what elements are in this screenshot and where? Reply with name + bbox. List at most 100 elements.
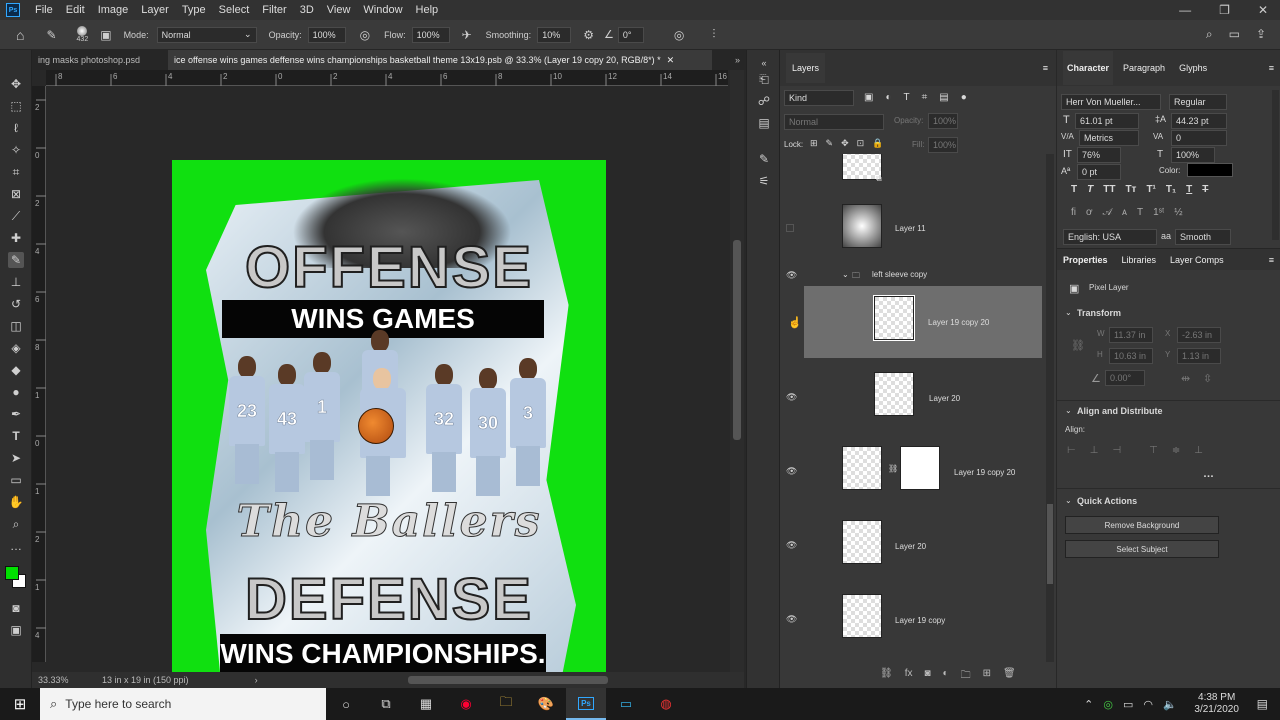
paint-icon[interactable]: 🎨 [526, 688, 566, 720]
new-group-icon[interactable]: 🗀 [961, 668, 971, 685]
stamp-tool-icon[interactable]: ⊥ [8, 274, 24, 290]
crop-tool-icon[interactable]: ⌗ [8, 164, 24, 180]
titling-icon[interactable]: T [1137, 207, 1143, 218]
history-brush-icon[interactable]: ↺ [8, 296, 24, 312]
superscript-icon[interactable]: T¹ [1146, 184, 1155, 195]
remove-background-button[interactable]: Remove Background [1065, 516, 1219, 534]
zoom-level[interactable]: 33.33% [38, 675, 102, 685]
screen-recorder-icon[interactable]: ▭ [606, 688, 646, 720]
canvas-area[interactable]: OFFENSE WINS GAMES 23 43 1 32 30 3 The B… [46, 86, 728, 672]
brush-tool-icon[interactable]: ✎ [8, 252, 24, 268]
menu-type[interactable]: Type [177, 4, 214, 16]
ligature-icon[interactable]: ﬁ [1071, 207, 1076, 218]
panel-scrollbar[interactable] [1272, 90, 1279, 240]
tab-layers[interactable]: Layers [786, 53, 826, 83]
menu-select[interactable]: Select [214, 4, 258, 16]
faux-bold-icon[interactable]: T [1071, 184, 1077, 195]
tracking-select[interactable]: 0 [1171, 130, 1227, 146]
marquee-tool-icon[interactable]: ⬚ [8, 98, 24, 114]
airbrush-icon[interactable]: ✈ [462, 28, 472, 42]
dodge-tool-icon[interactable]: ● [8, 384, 24, 400]
menu-help[interactable]: Help [411, 4, 447, 16]
trash-icon[interactable]: 🗑 [1003, 668, 1016, 685]
font-style-select[interactable]: Regular [1169, 94, 1227, 110]
menu-file[interactable]: File [30, 4, 61, 16]
align-right-icon[interactable]: ⊣ [1112, 445, 1121, 456]
tab-glyphs[interactable]: Glyphs [1179, 63, 1207, 73]
flow-input[interactable]: 100% [411, 26, 450, 43]
smart-filter-icon[interactable]: ▤ [939, 92, 948, 103]
menu-window[interactable]: Window [358, 4, 410, 16]
pen-tool-icon[interactable]: ✒ [8, 406, 24, 422]
flip-vertical-icon[interactable]: ⇳ [1203, 372, 1212, 385]
close-icon[interactable]: ✕ [667, 55, 675, 66]
brush-settings-icon[interactable]: ✎ [755, 150, 773, 168]
tab-properties[interactable]: Properties [1063, 255, 1108, 265]
layer-row-selected[interactable]: Layer 19 copy 20 [804, 286, 1042, 358]
language-select[interactable]: English: USA [1063, 229, 1157, 245]
link-layers-icon[interactable]: ⛓ [880, 668, 893, 685]
pressure-size-icon[interactable]: ◎ [674, 28, 684, 42]
tab-libraries[interactable]: Libraries [1122, 255, 1157, 265]
libraries-icon[interactable]: ▤ [755, 114, 773, 132]
all-caps-icon[interactable]: TT [1103, 184, 1115, 195]
fractions-icon[interactable]: ½ [1174, 207, 1182, 218]
layer-row[interactable]: Layer 11 [780, 194, 1046, 264]
lock-artboard-icon[interactable]: ⊡ [857, 138, 865, 149]
leading-input[interactable]: 44.23 pt [1171, 113, 1227, 129]
layer-row[interactable]: 👁 ⛓ Layer 19 copy 20 [780, 436, 1046, 506]
eye-icon[interactable]: 👁 [786, 614, 798, 624]
more-options-icon[interactable]: … [1203, 468, 1214, 480]
y-input[interactable]: 1.13 in [1177, 348, 1221, 364]
menu-edit[interactable]: Edit [61, 4, 93, 16]
kerning-select[interactable]: Metrics [1079, 130, 1139, 146]
horizontal-scale-input[interactable]: 100% [1171, 147, 1215, 163]
menu-layer[interactable]: Layer [136, 4, 177, 16]
document-size[interactable]: 13 in x 19 in (150 ppi) [102, 675, 189, 685]
add-mask-icon[interactable]: ◙ [924, 668, 930, 685]
tab-active-document[interactable]: ice offense wins games deffense wins cha… [168, 50, 712, 70]
new-layer-icon[interactable]: ⊞ [983, 668, 991, 685]
layer-row[interactable]: 👁 Layer 20 [780, 510, 1046, 580]
task-view-icon[interactable]: ⧉ [366, 688, 406, 720]
align-top-icon[interactable]: ⊤ [1149, 445, 1158, 456]
flip-horizontal-icon[interactable]: ⇹ [1181, 372, 1190, 385]
file-explorer-icon[interactable]: 🗀 [486, 688, 526, 720]
path-select-icon[interactable]: ➤ [8, 450, 24, 466]
tab-layer-comps[interactable]: Layer Comps [1170, 255, 1224, 265]
minimize-icon[interactable]: — [1179, 3, 1191, 17]
brush-tool-icon[interactable]: ✎ [46, 28, 56, 42]
faux-italic-icon[interactable]: T [1087, 184, 1093, 195]
layer-filter-select[interactable]: Kind [784, 90, 854, 106]
pressure-opacity-icon[interactable]: ◎ [360, 28, 370, 42]
align-middle-icon[interactable]: ≑ [1172, 445, 1180, 456]
link-proportions-icon[interactable]: ⛓ [1071, 339, 1085, 352]
horizontal-scrollbar-thumb[interactable] [407, 676, 608, 684]
status-arrow-icon[interactable]: › [255, 675, 258, 685]
taskbar-search-box[interactable]: ⌕ Type here to search [40, 688, 326, 720]
layer-row[interactable]: ⧉ [780, 154, 1046, 188]
adjustments-icon[interactable]: ☍ [755, 92, 773, 110]
layer-fill-input[interactable]: 100% [928, 137, 958, 153]
chrome-icon[interactable]: ◍ [646, 688, 686, 720]
menu-filter[interactable]: Filter [257, 4, 294, 16]
font-size-input[interactable]: 61.01 pt [1075, 113, 1139, 129]
lasso-tool-icon[interactable]: ℓ [8, 120, 24, 136]
blur-tool-icon[interactable]: ◆ [8, 362, 24, 378]
volume-icon[interactable]: 🔈 [1163, 698, 1177, 711]
symmetry-icon[interactable]: ⫶ [712, 27, 715, 42]
zoom-tool-icon[interactable]: ⌕ [8, 516, 24, 532]
visibility-toggle[interactable] [786, 224, 794, 232]
stylistic-icon[interactable]: ᴀ [1122, 207, 1127, 218]
align-left-icon[interactable]: ⊢ [1067, 445, 1076, 456]
photoshop-taskbar-icon[interactable]: Ps [566, 688, 606, 720]
hand-tool-icon[interactable]: ✋ [8, 494, 24, 510]
clock[interactable]: 4:38 PM 3/21/2020 [1187, 692, 1247, 716]
adjust-filter-icon[interactable]: ◐ [885, 92, 891, 103]
panel-menu-icon[interactable]: ≡ [1269, 255, 1274, 265]
vertical-scale-input[interactable]: 76% [1077, 147, 1121, 163]
angle-input[interactable]: 0° [617, 26, 644, 43]
brush-preset-picker[interactable]: 432 [77, 26, 88, 43]
healing-tool-icon[interactable]: ✚ [8, 230, 24, 246]
blend-mode-select[interactable]: Normal [784, 114, 884, 130]
